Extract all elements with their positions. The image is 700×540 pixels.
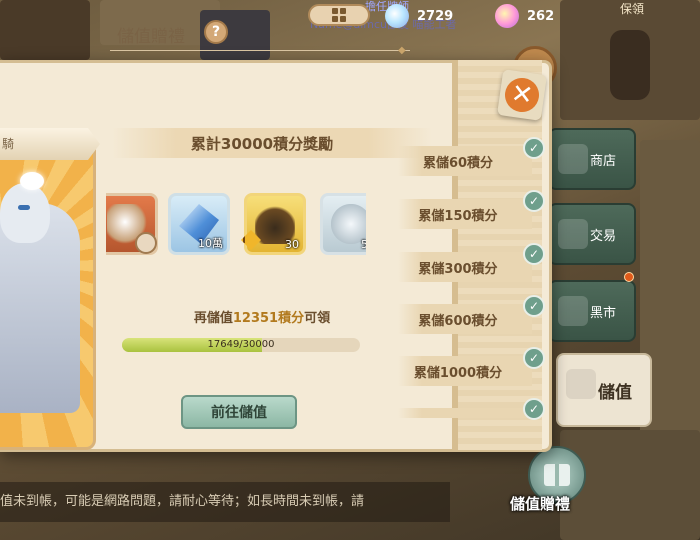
close-button[interactable]: ✕ [497, 69, 547, 121]
remaining-points-text: 再儲值12351積分可領 [193, 311, 331, 326]
tier-item-60[interactable]: 累儲60積分 [398, 146, 532, 176]
reward-item-qty: 30 [285, 238, 299, 251]
help-icon[interactable]: ? [204, 20, 228, 44]
tier-item-300[interactable]: 累儲300積分 [398, 252, 532, 282]
notification-dot [624, 272, 634, 282]
trade-button[interactable]: 交易 [548, 203, 636, 265]
check-icon: ✓ [523, 137, 545, 159]
shop-icon [558, 144, 588, 174]
character-card[interactable] [0, 140, 96, 450]
reward-items: 10萬 I 30 50 [106, 193, 366, 257]
goto-topup-button[interactable]: 前往儲值 [181, 395, 297, 429]
currency-crystal[interactable]: 2729 [385, 4, 454, 28]
topup-button[interactable]: 儲值 [556, 353, 652, 427]
crystal-gem-icon [385, 4, 409, 28]
tier-item-600[interactable]: 累儲600積分 [398, 304, 532, 334]
title-divider [110, 50, 410, 51]
tier-item-150[interactable]: 累儲150積分 [398, 199, 532, 229]
trade-label: 交易 [589, 228, 616, 244]
spirit-cat-icon [20, 172, 44, 190]
check-icon: ✓ [523, 295, 545, 317]
tier-item-next[interactable] [398, 408, 532, 418]
currency-pink-gem-value: 262 [527, 8, 555, 24]
check-icon: ✓ [523, 398, 545, 420]
character-ribbon-text: 騎 [2, 137, 15, 151]
divider-ornament-icon: ◆ [398, 45, 406, 56]
shop-label: 商店 [589, 153, 616, 169]
announcement-marquee: 值未到帳，可能是網路問題，請耐心等待；如長時間未到帳，請 [0, 482, 450, 522]
check-icon: ✓ [523, 190, 545, 212]
panel-title: 儲值贈禮 [117, 27, 185, 47]
currency-pink-gem[interactable]: 262 [495, 4, 555, 28]
close-icon: ✕ [502, 75, 542, 115]
reward-title: 累計30000積分獎勵 [190, 135, 334, 153]
check-icon: ✓ [523, 347, 545, 369]
points-progress-bar: 17649/30000 [122, 338, 360, 352]
topup-gift-label: 儲值贈禮 [510, 495, 571, 513]
reward-item-feather[interactable]: 50 [320, 193, 366, 255]
black-market-button[interactable]: 黑市 [548, 280, 636, 342]
character-eye [18, 205, 30, 210]
tier-item-1000[interactable]: 累儲1000積分 [398, 356, 532, 386]
grid-menu-icon[interactable] [308, 4, 370, 26]
character-head [0, 183, 50, 243]
check-icon: ✓ [523, 243, 545, 265]
black-market-label: 黑市 [589, 305, 616, 321]
shop-button[interactable]: 商店 [548, 128, 636, 190]
remaining-points-value: 12351積分 [232, 311, 305, 326]
reward-item-beast[interactable] [106, 193, 158, 255]
reward-item-crystal[interactable]: 10萬 [168, 193, 230, 255]
progress-text: 17649/30000 [207, 339, 275, 350]
pink-gem-icon [495, 4, 519, 28]
currency-crystal-value: 2729 [417, 8, 454, 24]
cart-icon [566, 369, 596, 399]
trade-icon [558, 219, 588, 249]
character-ribbon [0, 128, 100, 160]
gift-box-icon [544, 464, 570, 486]
currency-bar: 2729 262 [300, 2, 700, 32]
preview-eye-icon[interactable] [135, 232, 157, 254]
reward-item-qty: 10萬 [198, 237, 223, 250]
black-market-icon [558, 296, 588, 326]
reward-item-potion[interactable]: I 30 [241, 193, 306, 255]
reward-item-qty: 50 [361, 238, 366, 251]
topup-label: 儲值 [598, 382, 632, 403]
